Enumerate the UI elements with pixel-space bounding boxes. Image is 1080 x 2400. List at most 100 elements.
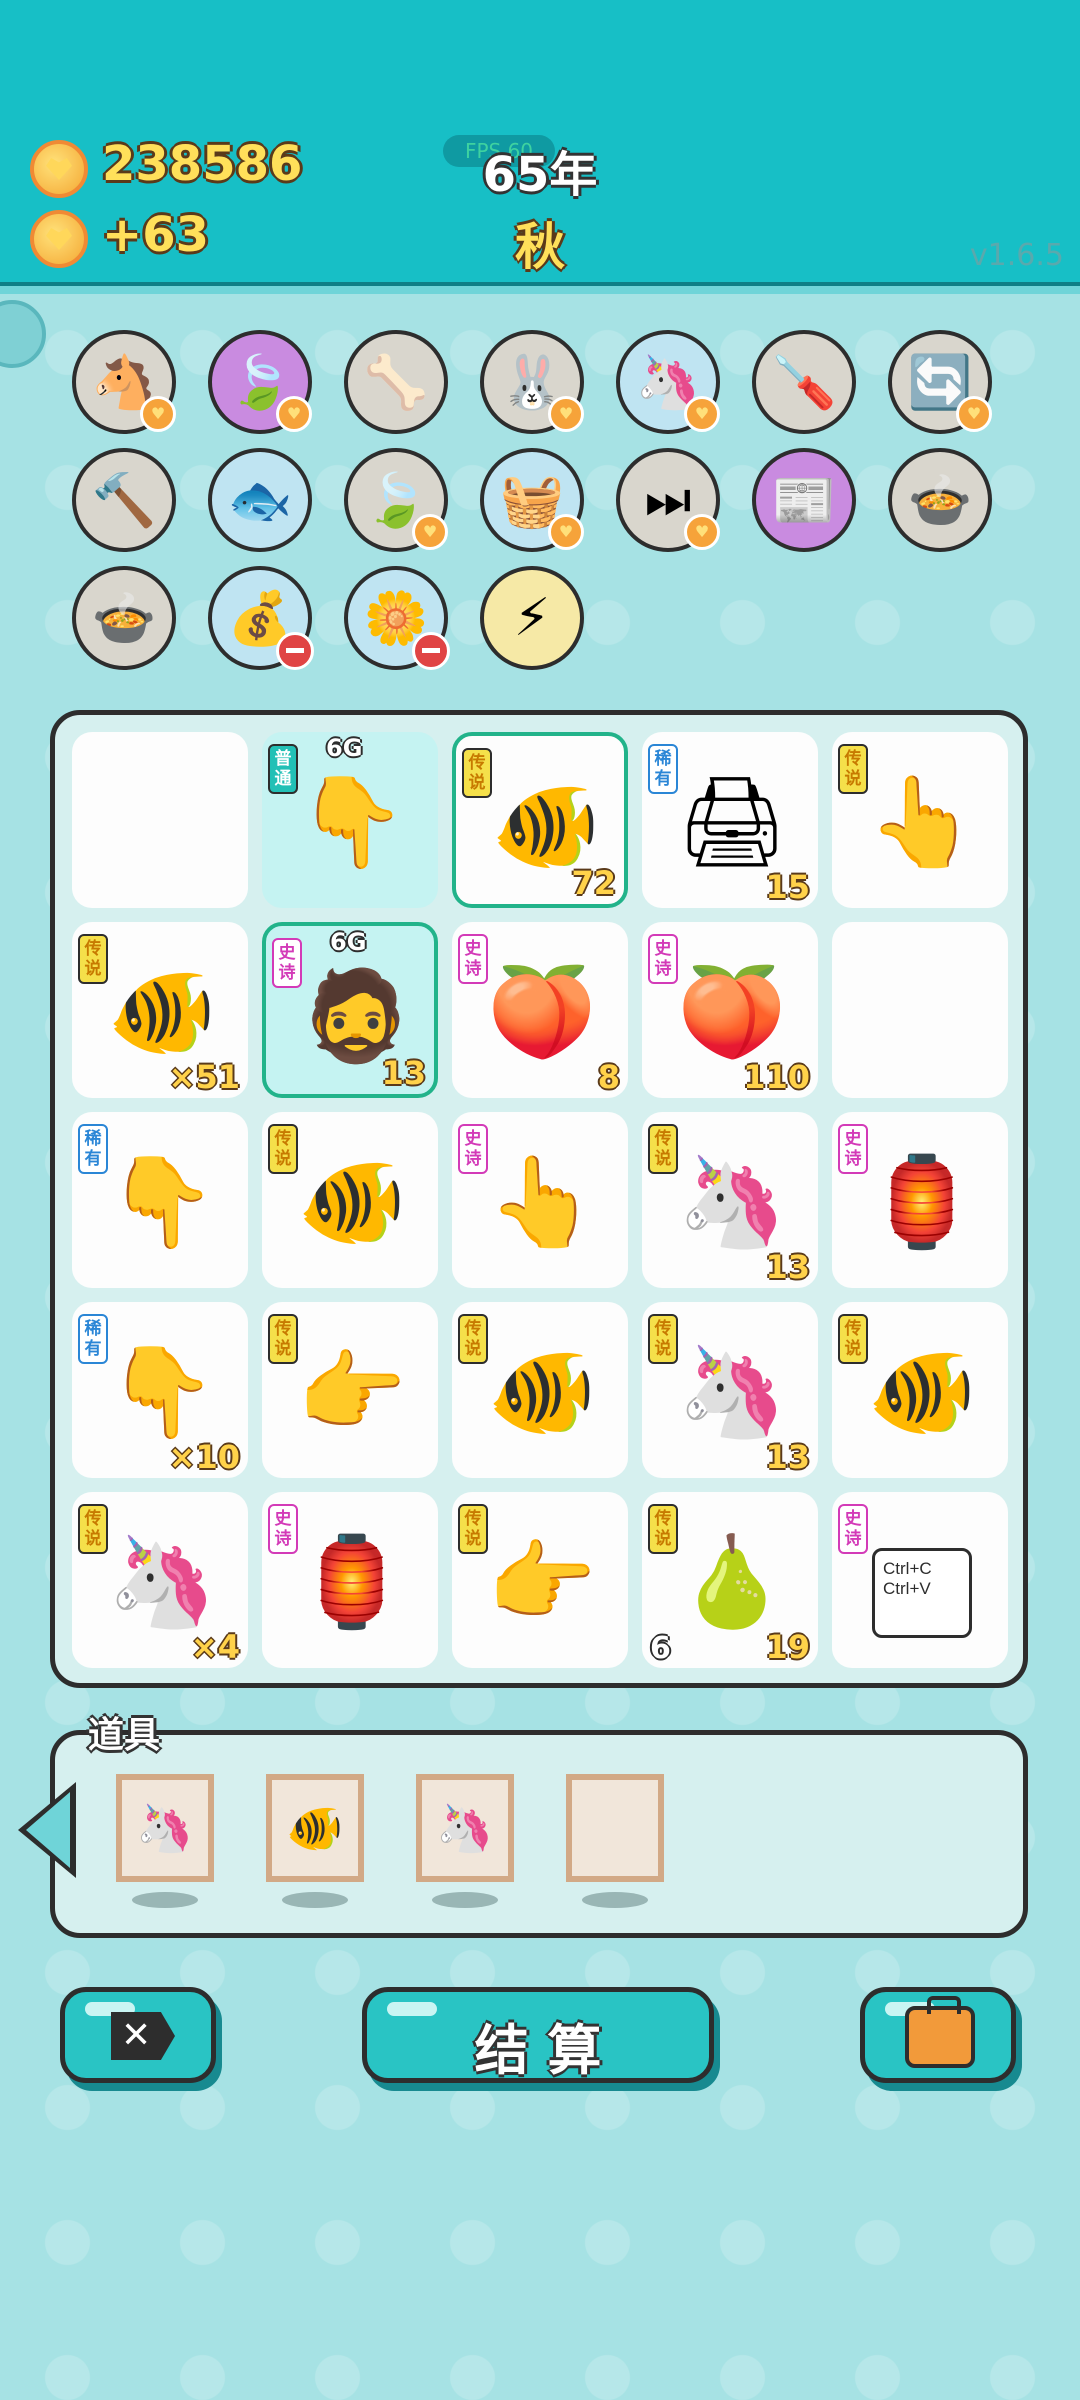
slot-cell[interactable]: [72, 732, 248, 908]
relic-glyph: ⏭: [644, 469, 692, 530]
heart-badge-icon: ♥: [276, 396, 312, 432]
bunny-house-icon: 🏮: [297, 1530, 407, 1633]
time-magazine-icon[interactable]: 📰: [752, 448, 856, 552]
slot-cell[interactable]: [832, 922, 1008, 1098]
printer-icon: 🖨: [676, 770, 788, 873]
heart-badge-icon: ♥: [140, 396, 176, 432]
item-slot[interactable]: 🦄: [116, 1774, 214, 1882]
peach-icon: 🍑: [677, 960, 787, 1063]
slot-cell[interactable]: 传说 🐠: [832, 1302, 1008, 1478]
slot-cell[interactable]: 稀有 🖨 15: [642, 732, 818, 908]
unicorn-frame-icon: 🦄: [136, 1800, 194, 1855]
fish-frame-icon: 🐠: [286, 1800, 344, 1855]
item-slot[interactable]: 🦄: [416, 1774, 514, 1882]
unicorn-icon: 🦄: [677, 1340, 787, 1443]
minus-badge-icon: [412, 632, 450, 670]
item-count: 13: [765, 1248, 810, 1286]
twin-unicorn-icon[interactable]: 🦄 ♥: [616, 330, 720, 434]
money-bag-icon[interactable]: 💰: [208, 566, 314, 670]
slot-cell[interactable]: 传说 👉: [262, 1302, 438, 1478]
relic-glyph: 🍲: [907, 470, 973, 531]
briefcase-icon: [905, 1996, 975, 2068]
koi-fish-icon: 🐠: [107, 960, 217, 1063]
item-slot-shadow: [432, 1892, 498, 1908]
cancel-button[interactable]: ✕: [60, 1987, 216, 2083]
gray-hand-icon: 👆: [487, 1150, 597, 1253]
items-prev-arrow-icon[interactable]: [18, 1782, 76, 1878]
top-bar: 238586 +63 FPS 60 65年 秋 v1.6.5: [0, 0, 1080, 294]
heart-badge-icon: ♥: [684, 396, 720, 432]
slot-cell[interactable]: 普通 👇 6G: [262, 732, 438, 908]
slot-cell[interactable]: 传说 🦄 ×4: [72, 1492, 248, 1668]
slot-cell[interactable]: 传说 🍐 19 6: [642, 1492, 818, 1668]
potted-flower-icon[interactable]: 🌼: [344, 566, 450, 670]
leaf-icon[interactable]: 🍃 ♥: [344, 448, 448, 552]
heart-badge-icon: ♥: [684, 514, 720, 550]
slot-cell[interactable]: 传说 🦄 13: [642, 1302, 818, 1478]
slot-cell[interactable]: 传说 👆: [832, 732, 1008, 908]
coin-income: +63: [102, 207, 210, 263]
bunny-house-icon: 🏮: [867, 1150, 977, 1253]
slot-cell[interactable]: 史诗 🍑 8: [452, 922, 628, 1098]
item-count: 13: [381, 1054, 426, 1092]
coin-total: 238586: [102, 136, 303, 192]
relic-glyph: 🍲: [91, 588, 157, 649]
slot-cell[interactable]: 史诗 🍑 110: [642, 922, 818, 1098]
relic-glyph: 📰: [771, 470, 837, 531]
pointing-right-hand-icon: 👉: [297, 1340, 407, 1443]
slot-cell[interactable]: 稀有 👇 ×10: [72, 1302, 248, 1478]
inventory-button[interactable]: [860, 1987, 1016, 2083]
coin-icon: [30, 140, 88, 198]
screwdriver-icon[interactable]: 🪛: [752, 330, 856, 434]
slot-cell[interactable]: 史诗 Ctrl+C Ctrl+V: [832, 1492, 1008, 1668]
duck-pot-icon[interactable]: 🍲: [888, 448, 992, 552]
settle-button[interactable]: 结 算: [362, 1987, 714, 2083]
item-count: ×51: [168, 1058, 240, 1096]
pet-bowl-icon[interactable]: 🦴: [344, 330, 448, 434]
settle-button-label: 结 算: [474, 2019, 602, 2082]
slot-cell[interactable]: 史诗 🏮: [262, 1492, 438, 1668]
slot-cell[interactable]: 史诗 🧔 6G 13: [262, 922, 438, 1098]
relic-glyph: 🔨: [91, 470, 157, 531]
leaf-icon[interactable]: 🍃 ♥: [208, 330, 312, 434]
item-count: 15: [765, 868, 810, 906]
coin-income-icon: [30, 210, 88, 268]
slot-cell[interactable]: 史诗 🏮: [832, 1112, 1008, 1288]
pear-icon: 🍐: [677, 1530, 787, 1633]
slot-cell[interactable]: 传说 🦄 13: [642, 1112, 818, 1288]
version-label: v1.6.5: [969, 238, 1064, 273]
slot-cell[interactable]: 传说 🐠 72: [452, 732, 628, 908]
6g-badge: 6G: [330, 928, 367, 956]
duck-pot-icon[interactable]: 🍲: [72, 566, 176, 670]
item-slot-shadow: [132, 1892, 198, 1908]
fruit-basket-icon[interactable]: 🧺 ♥: [480, 448, 584, 552]
fish-bowl-icon[interactable]: 🐟: [208, 448, 312, 552]
copy-paste-note: Ctrl+C Ctrl+V: [872, 1548, 972, 1638]
slot-cell[interactable]: 传说 👉: [452, 1492, 628, 1668]
unicorn-frame-icon: 🦄: [436, 1800, 494, 1855]
slot-cell[interactable]: 稀有 👇: [72, 1112, 248, 1288]
peach-icon: 🍑: [487, 960, 597, 1063]
season-label: 秋: [515, 218, 565, 276]
item-slot[interactable]: 🐠: [266, 1774, 364, 1882]
slot-cell[interactable]: 传说 🐠: [262, 1112, 438, 1288]
unicorn-icon: 🦄: [107, 1530, 217, 1633]
hammer-icon[interactable]: 🔨: [72, 448, 176, 552]
item-count: 19: [765, 1628, 810, 1666]
item-count: ×10: [168, 1438, 240, 1476]
close-x-icon: ✕: [111, 2012, 175, 2060]
bunny-icon[interactable]: 🐰 ♥: [480, 330, 584, 434]
item-count: ×4: [190, 1628, 240, 1666]
recycle-icon[interactable]: 🔄 ♥: [888, 330, 992, 434]
relic-glyph: 🐟: [227, 470, 293, 531]
relic-glyph: ⚡: [513, 588, 551, 648]
lightning-icon[interactable]: ⚡: [480, 566, 584, 670]
koi-fish-icon: 🐠: [867, 1340, 977, 1443]
items-panel-title: 道具: [88, 1715, 161, 1756]
item-slot[interactable]: [566, 1774, 664, 1882]
slot-cell[interactable]: 史诗 👆: [452, 1112, 628, 1288]
slot-cell[interactable]: 传说 🐠 ×51: [72, 922, 248, 1098]
slot-cell[interactable]: 传说 🐠: [452, 1302, 628, 1478]
twin-unicorn-icon[interactable]: 🐴 ♥: [72, 330, 176, 434]
skip-icon[interactable]: ⏭ ♥: [616, 448, 720, 552]
